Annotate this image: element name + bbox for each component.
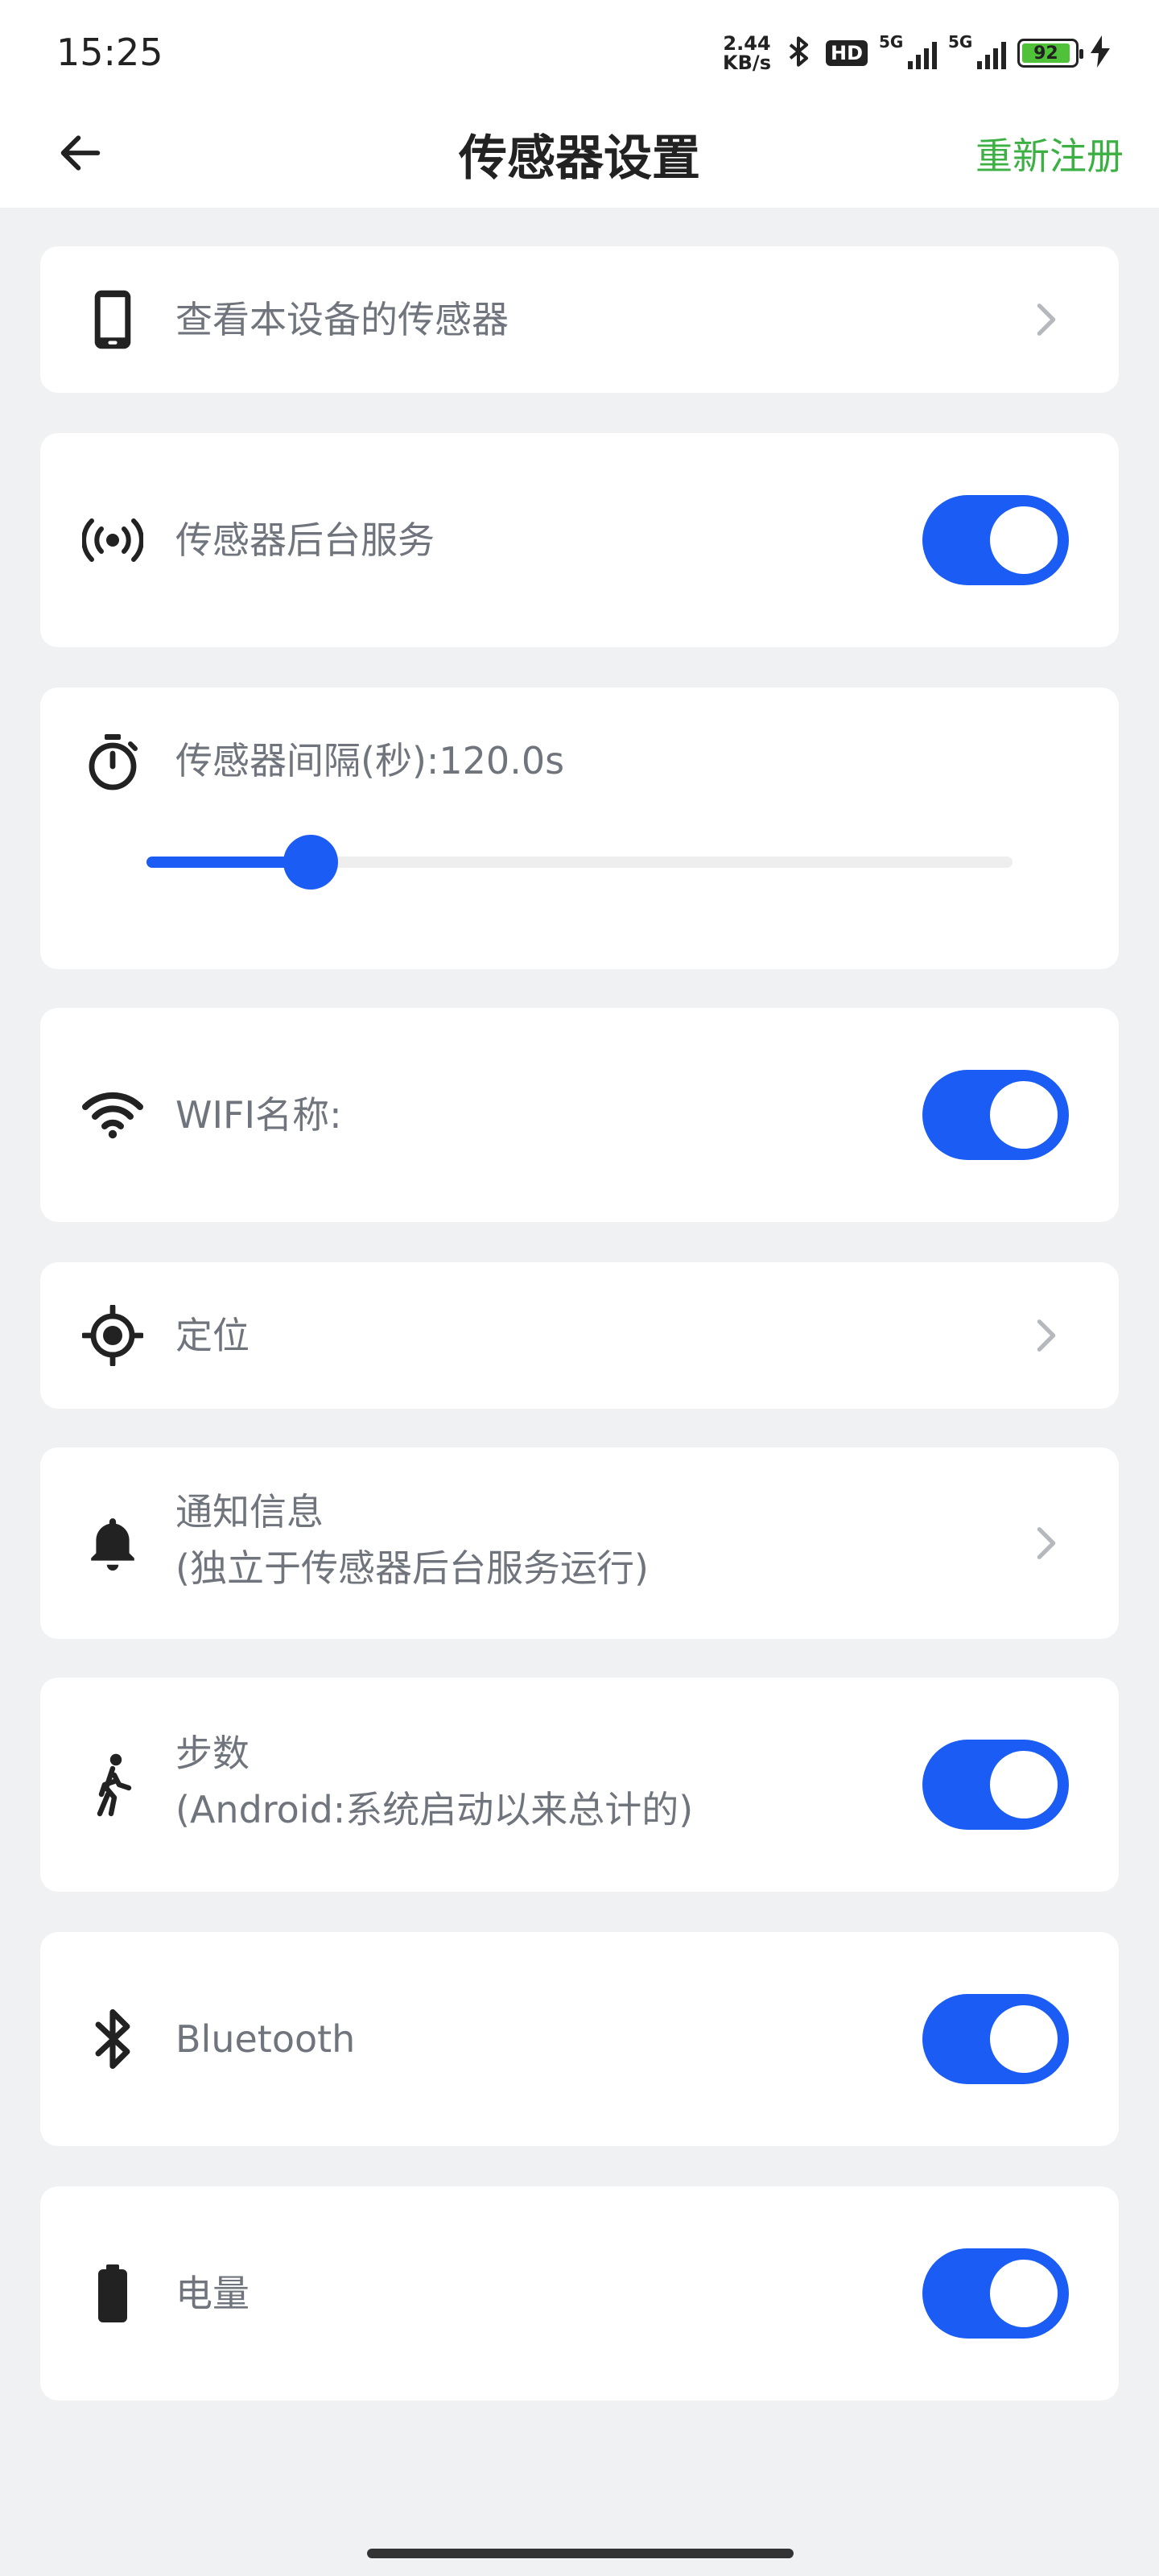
sensor-interval-label: 传感器间隔(秒):120.0s bbox=[175, 739, 565, 782]
background-service-row: 传感器后台服务 bbox=[40, 433, 1119, 647]
steps-toggle[interactable] bbox=[922, 1740, 1069, 1830]
chevron-right-icon bbox=[1030, 1519, 1062, 1567]
signal-icon: 5G bbox=[879, 32, 937, 69]
background-service-toggle[interactable] bbox=[922, 495, 1069, 585]
charging-icon bbox=[1090, 35, 1111, 71]
status-time: 15:25 bbox=[56, 31, 163, 74]
location-label: 定位 bbox=[175, 1314, 250, 1357]
wifi-row: WIFI名称: bbox=[40, 1008, 1119, 1222]
notification-row[interactable]: 通知信息 (独立于传感器后台服务运行) bbox=[40, 1447, 1119, 1639]
toggle-knob bbox=[990, 2005, 1058, 2073]
network-speed-value: 2.44 bbox=[723, 32, 771, 55]
toggle-knob bbox=[990, 506, 1058, 574]
app-header: 传感器设置 重新注册 bbox=[0, 105, 1159, 208]
steps-sublabel: (Android:系统启动以来总计的) bbox=[175, 1788, 694, 1831]
walk-icon bbox=[82, 1753, 143, 1817]
wifi-label: WIFI名称: bbox=[175, 1093, 342, 1137]
re-register-button[interactable]: 重新注册 bbox=[975, 127, 1124, 180]
location-target-icon bbox=[82, 1305, 143, 1366]
network-speed: 2.44 KB/s bbox=[723, 34, 771, 72]
location-row[interactable]: 定位 bbox=[40, 1262, 1119, 1409]
bluetooth-toggle[interactable] bbox=[922, 1994, 1069, 2084]
bluetooth-icon bbox=[782, 32, 815, 74]
wifi-toggle[interactable] bbox=[922, 1070, 1069, 1160]
home-indicator[interactable] bbox=[367, 2549, 794, 2558]
broadcast-icon bbox=[82, 510, 143, 571]
phone-icon bbox=[82, 289, 143, 350]
battery-icon: 92 bbox=[1017, 39, 1083, 68]
toggle-knob bbox=[990, 1081, 1058, 1149]
network-speed-unit: KB/s bbox=[723, 52, 771, 74]
bluetooth-label: Bluetooth bbox=[175, 2017, 356, 2061]
bell-icon bbox=[82, 1513, 143, 1574]
sensor-interval-row: 传感器间隔(秒):120.0s bbox=[40, 687, 1119, 969]
background-service-label: 传感器后台服务 bbox=[175, 518, 435, 562]
status-bar: 15:25 2.44 KB/s HD 5G 5G 92 bbox=[0, 0, 1159, 105]
signal-icon: 5G bbox=[948, 32, 1006, 69]
view-sensors-row[interactable]: 查看本设备的传感器 bbox=[40, 246, 1119, 393]
battery-icon bbox=[82, 2263, 143, 2324]
hd-badge: HD bbox=[825, 40, 868, 66]
notification-label: 通知信息 bbox=[175, 1490, 324, 1534]
steps-row: 步数 (Android:系统启动以来总计的) bbox=[40, 1678, 1119, 1892]
interval-slider[interactable] bbox=[146, 835, 1013, 890]
slider-thumb[interactable] bbox=[283, 835, 339, 890]
status-icons: 2.44 KB/s HD 5G 5G 92 bbox=[723, 29, 1111, 77]
wifi-icon bbox=[82, 1084, 143, 1146]
top-area: 15:25 2.44 KB/s HD 5G 5G 92 传感器设置 重新注册 bbox=[0, 0, 1159, 208]
battery-level: 92 bbox=[1022, 43, 1070, 64]
battery-row: 电量 bbox=[40, 2186, 1119, 2401]
toggle-knob bbox=[990, 1751, 1058, 1818]
bluetooth-icon bbox=[82, 2008, 143, 2070]
chevron-right-icon bbox=[1030, 1311, 1062, 1360]
toggle-knob bbox=[990, 2260, 1058, 2327]
bluetooth-row: Bluetooth bbox=[40, 1932, 1119, 2146]
battery-label: 电量 bbox=[175, 2272, 250, 2315]
timer-icon bbox=[82, 731, 143, 792]
view-sensors-label: 查看本设备的传感器 bbox=[175, 298, 509, 341]
signal-label: 5G bbox=[948, 32, 973, 52]
steps-label: 步数 bbox=[175, 1732, 250, 1775]
battery-toggle[interactable] bbox=[922, 2248, 1069, 2339]
notification-sublabel: (独立于传感器后台服务运行) bbox=[175, 1546, 649, 1590]
signal-label: 5G bbox=[879, 32, 904, 52]
chevron-right-icon bbox=[1030, 295, 1062, 344]
